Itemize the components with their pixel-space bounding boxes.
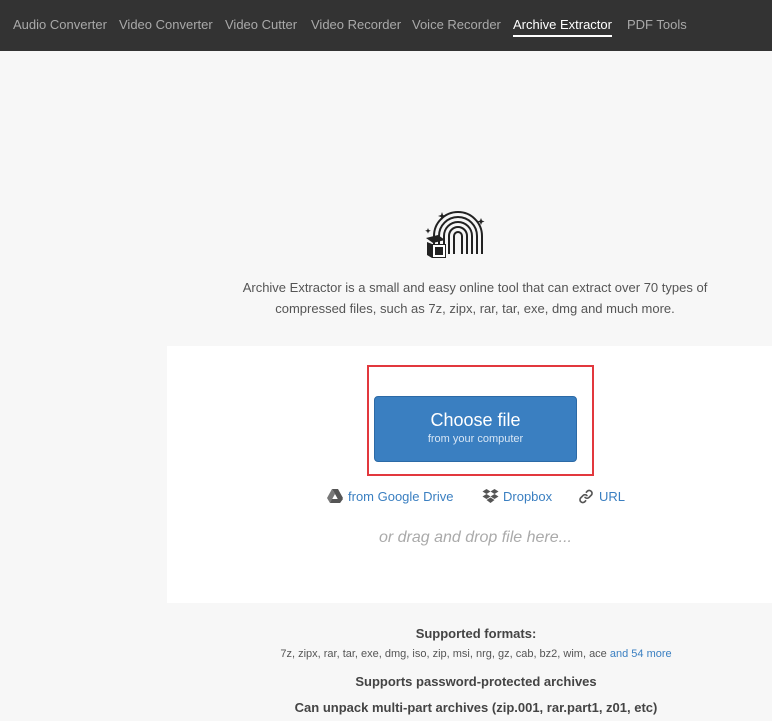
intro-line-1: Archive Extractor is a small and easy on… <box>242 280 708 295</box>
archive-extractor-logo-icon <box>425 211 485 258</box>
intro-line-2: compressed files, such as 7z, zipx, rar,… <box>275 301 675 316</box>
nav-item-video-recorder[interactable]: Video Recorder <box>311 0 401 51</box>
choose-file-label: Choose file <box>430 410 521 430</box>
nav-item-video-cutter[interactable]: Video Cutter <box>225 0 297 51</box>
intro-text: Archive Extractor is a small and easy on… <box>200 277 750 319</box>
choose-file-sublabel: from your computer <box>427 433 524 445</box>
nav-item-voice-recorder[interactable]: Voice Recorder <box>412 0 501 51</box>
top-navigation: Audio Converter Video Converter Video Cu… <box>0 0 772 51</box>
nav-item-archive-extractor[interactable]: Archive Extractor <box>513 0 612 51</box>
dropbox-icon <box>482 489 499 503</box>
nav-item-video-converter[interactable]: Video Converter <box>119 0 213 51</box>
supported-formats-list: 7z, zipx, rar, tar, exe, dmg, iso, zip, … <box>0 648 772 660</box>
formats-list-text: 7z, zipx, rar, tar, exe, dmg, iso, zip, … <box>280 648 607 660</box>
drag-drop-hint: or drag and drop file here... <box>378 529 572 546</box>
dropbox-link[interactable]: Dropbox <box>482 487 552 507</box>
upload-sources: from Google Drive Dropbox URL <box>167 487 772 507</box>
more-formats-link[interactable]: and 54 more <box>610 648 672 660</box>
upload-panel[interactable]: Choose file from your computer from Goog… <box>167 346 772 603</box>
feature-multi-part: Can unpack multi-part archives (zip.001,… <box>294 700 658 715</box>
link-icon <box>579 489 593 504</box>
nav-item-pdf-tools[interactable]: PDF Tools <box>627 0 687 51</box>
feature-password-protected: Supports password-protected archives <box>355 674 597 689</box>
choose-file-button[interactable]: Choose file from your computer <box>374 396 577 462</box>
url-link[interactable]: URL <box>578 487 625 507</box>
supported-formats-title: Supported formats: <box>415 626 537 641</box>
nav-item-audio-converter[interactable]: Audio Converter <box>13 0 107 51</box>
google-drive-icon <box>327 489 343 503</box>
google-drive-link[interactable]: from Google Drive <box>327 487 453 507</box>
